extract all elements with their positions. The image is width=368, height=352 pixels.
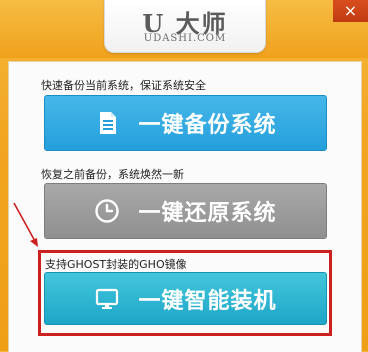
clock-icon [95,199,120,223]
restore-button-label: 一键还原系统 [138,201,277,226]
backup-caption: 快速备份当前系统，保证系统安全 [41,79,206,92]
backup-system-button[interactable]: 一键备份系统 [44,95,327,151]
document-icon [100,112,117,134]
logo-tab: U 大师 UDASHI.COM [104,0,266,53]
backup-button-label: 一键备份系统 [138,113,277,138]
smart-install-button[interactable]: 一键智能装机 [44,272,327,325]
logo-subtitle: UDASHI.COM [143,33,227,44]
install-button-label: 一键智能装机 [138,288,277,314]
close-button[interactable]: × [333,0,368,22]
restore-system-button[interactable]: 一键还原系统 [44,183,327,239]
restore-caption: 恢复之前备份，系统焕然一新 [41,168,184,181]
main-panel: 快速备份当前系统，保证系统安全 一键备份系统 恢复之前备份，系统焕然一新 一键还… [8,61,362,352]
install-caption: 支持GHOST封装的GHO镜像 [45,258,187,271]
monitor-icon [96,288,119,309]
